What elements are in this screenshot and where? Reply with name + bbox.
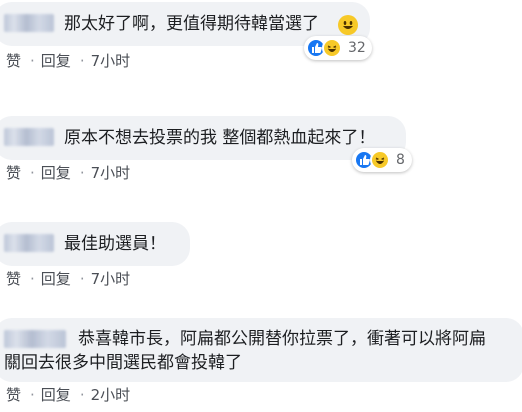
reply-link[interactable]: 回复 <box>41 164 71 182</box>
commenter-name-blurred[interactable] <box>4 234 54 252</box>
separator-dot: · <box>30 164 35 182</box>
timestamp-link[interactable]: 7小时 <box>91 164 131 182</box>
like-link[interactable]: 赞 <box>6 386 21 404</box>
comment-text-line-1: 恭喜韓市長，阿扁都公開替你拉票了，衝著可以將阿扁 <box>78 329 486 349</box>
separator-dot: · <box>30 386 35 404</box>
reply-link[interactable]: 回复 <box>41 386 71 404</box>
reaction-count: 8 <box>396 152 405 168</box>
comment-text-line-2: 關回去很多中間選民都會投韓了 <box>4 353 242 373</box>
timestamp-link[interactable]: 7小时 <box>91 270 131 288</box>
like-link[interactable]: 赞 <box>6 52 21 70</box>
smiley-emoji-icon <box>338 15 358 35</box>
haha-reaction-icon <box>322 38 342 58</box>
separator-dot: · <box>79 164 85 182</box>
separator-dot: · <box>30 52 35 70</box>
separator-dot: · <box>30 270 35 288</box>
like-link[interactable]: 赞 <box>6 270 21 288</box>
reaction-summary-1[interactable]: 32 <box>304 36 372 60</box>
comment-text: 那太好了啊，更值得期待韓當選了 <box>64 14 319 34</box>
comment-bubble-2: 原本不想去投票的我 整個都熱血起來了！ <box>0 116 406 160</box>
comment-bubble-4: 恭喜韓市長，阿扁都公開替你拉票了，衝著可以將阿扁 關回去很多中間選民都會投韓了 <box>0 318 522 382</box>
commenter-name-blurred[interactable] <box>4 330 66 348</box>
haha-reaction-icon <box>370 150 390 170</box>
like-link[interactable]: 赞 <box>6 164 21 182</box>
comment-actions-1: 赞 · 回复 · 7小时 <box>6 50 136 71</box>
separator-dot: · <box>79 386 85 404</box>
reply-link[interactable]: 回复 <box>41 270 71 288</box>
comment-actions-2: 赞 · 回复 · 7小时 <box>6 162 136 183</box>
reaction-count: 32 <box>348 40 366 56</box>
separator-dot: · <box>79 52 85 70</box>
commenter-name-blurred[interactable] <box>4 128 54 146</box>
timestamp-link[interactable]: 2小时 <box>91 386 131 404</box>
timestamp-link[interactable]: 7小时 <box>91 52 131 70</box>
reply-link[interactable]: 回复 <box>41 52 71 70</box>
comment-bubble-3: 最佳助選員！ <box>0 222 190 266</box>
comment-text: 最佳助選員！ <box>64 234 166 254</box>
comment-text: 原本不想去投票的我 整個都熱血起來了！ <box>64 128 376 148</box>
comment-actions-3: 赞 · 回复 · 7小时 <box>6 268 136 289</box>
commenter-name-blurred[interactable] <box>4 14 54 32</box>
comment-actions-4: 赞 · 回复 · 2小时 <box>6 384 136 405</box>
separator-dot: · <box>79 270 85 288</box>
reaction-summary-2[interactable]: 8 <box>352 148 412 172</box>
